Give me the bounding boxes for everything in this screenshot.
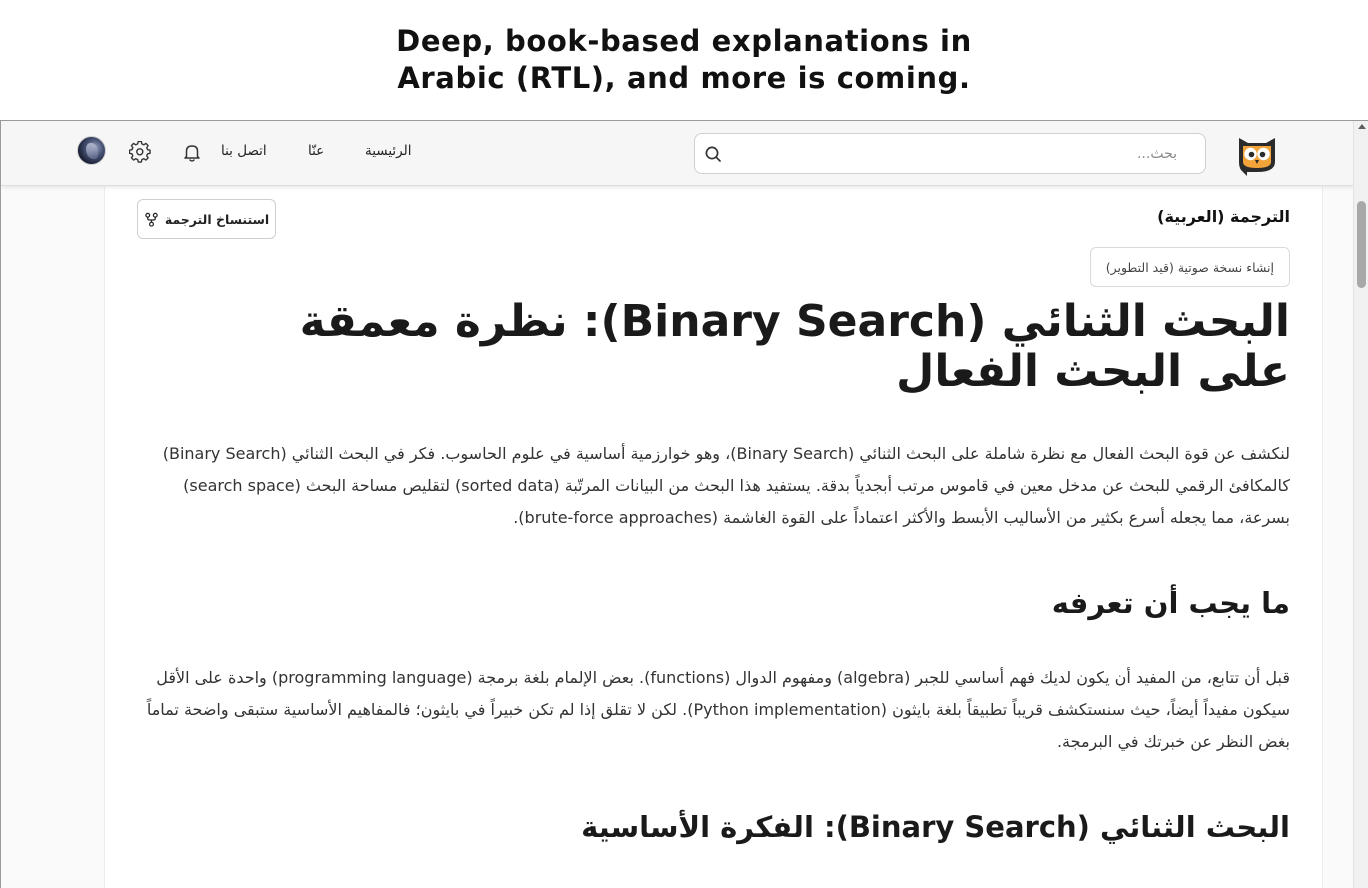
page-scrollbar[interactable] — [1353, 121, 1368, 888]
nav-about-link[interactable]: عنّا — [308, 143, 324, 159]
promo-banner: Deep, book-based explanations in Arabic … — [0, 0, 1368, 120]
create-audio-button[interactable]: إنشاء نسخة صوتية (قيد التطوير) — [1089, 247, 1290, 287]
user-avatar[interactable] — [77, 136, 106, 165]
banner-text: Deep, book-based explanations in Arabic … — [396, 24, 972, 95]
browser-viewport: الرئيسية عنّا اتصل بنا الترجمة (العربية)… — [0, 120, 1368, 888]
copy-translation-label: استنساخ الترجمة — [164, 211, 270, 227]
prerequisites-paragraph: قبل أن تتابع، من المفيد أن يكون لديك فهم… — [146, 668, 1290, 751]
create-audio-label: إنشاء نسخة صوتية (قيد التطوير) — [1105, 259, 1274, 275]
nav-contact-link[interactable]: اتصل بنا — [221, 143, 267, 159]
owl-logo-icon[interactable] — [1235, 132, 1279, 176]
fork-icon — [145, 212, 158, 227]
nav-home-link[interactable]: الرئيسية — [365, 143, 412, 159]
gear-icon[interactable] — [128, 140, 151, 163]
search-box[interactable] — [694, 133, 1206, 174]
scrollbar-thumb[interactable] — [1357, 201, 1366, 288]
scroll-up-arrow-icon[interactable] — [1358, 124, 1366, 129]
copy-translation-button[interactable]: استنساخ الترجمة — [137, 199, 276, 239]
article-title: البحث الثنائي (Binary Search): نظرة معمق… — [299, 296, 1290, 397]
search-icon[interactable] — [704, 145, 722, 163]
section-heading-prerequisites: ما يجب أن تعرفه — [1051, 586, 1290, 620]
section-heading-core-idea: البحث الثنائي (Binary Search): الفكرة ال… — [581, 810, 1290, 844]
article-card: الترجمة (العربية) استنساخ الترجمة إنشاء … — [104, 187, 1323, 888]
intro-paragraph: لنكشف عن قوة البحث الفعال مع نظرة شاملة … — [162, 444, 1290, 527]
bell-icon[interactable] — [181, 141, 203, 163]
translation-label: الترجمة (العربية) — [1157, 207, 1290, 226]
top-navbar: الرئيسية عنّا اتصل بنا — [1, 121, 1353, 186]
search-input[interactable] — [731, 134, 1191, 173]
